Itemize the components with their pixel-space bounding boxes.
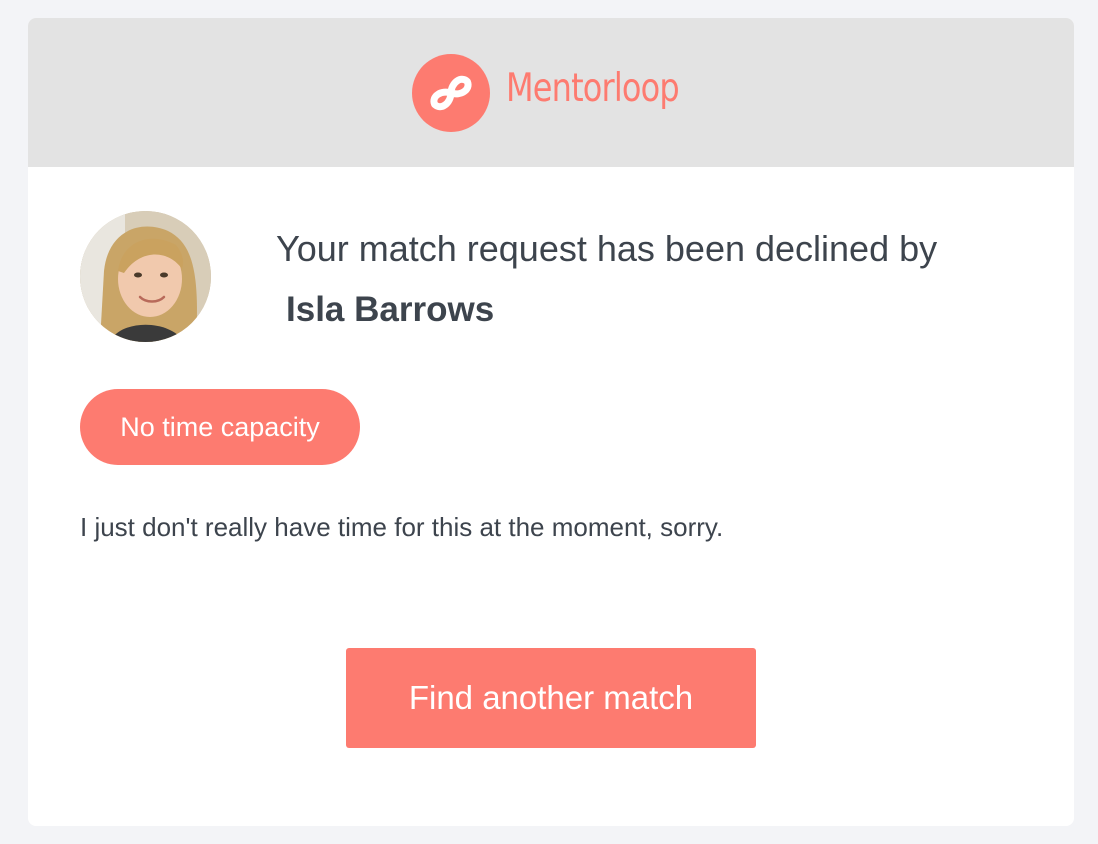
find-another-match-button[interactable]: Find another match <box>346 648 756 748</box>
decline-message: I just don't really have time for this a… <box>80 512 724 542</box>
decline-headline: Your match request has been declined by <box>276 228 938 269</box>
brand-name: Mentorloop <box>506 66 680 111</box>
email-card: Mentorloop Your match request has been d… <box>28 18 1074 826</box>
person-name: Isla Barrows <box>286 290 495 329</box>
mentorloop-logo-icon <box>412 54 490 132</box>
user-avatar <box>80 211 211 342</box>
email-header: Mentorloop <box>28 18 1074 167</box>
reason-tag: No time capacity <box>80 389 360 465</box>
